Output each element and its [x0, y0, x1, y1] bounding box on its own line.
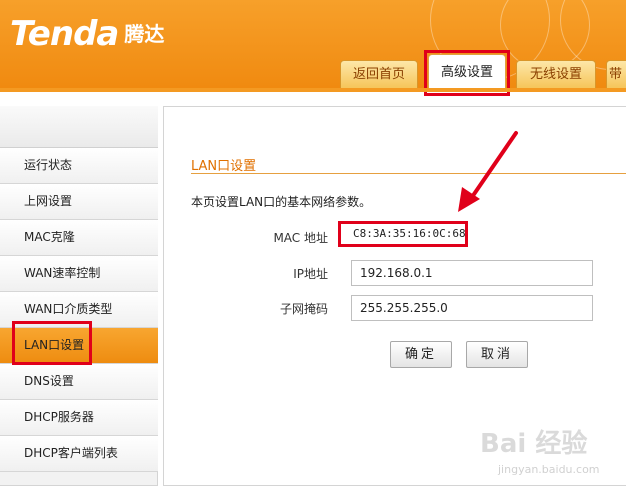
baidu-watermark: Bai 经验 jingyan.baidu.com — [470, 423, 626, 483]
watermark-text: Bai 经验 — [480, 429, 588, 459]
watermark-url: jingyan.baidu.com — [498, 463, 600, 476]
red-arrow-icon — [458, 131, 518, 212]
